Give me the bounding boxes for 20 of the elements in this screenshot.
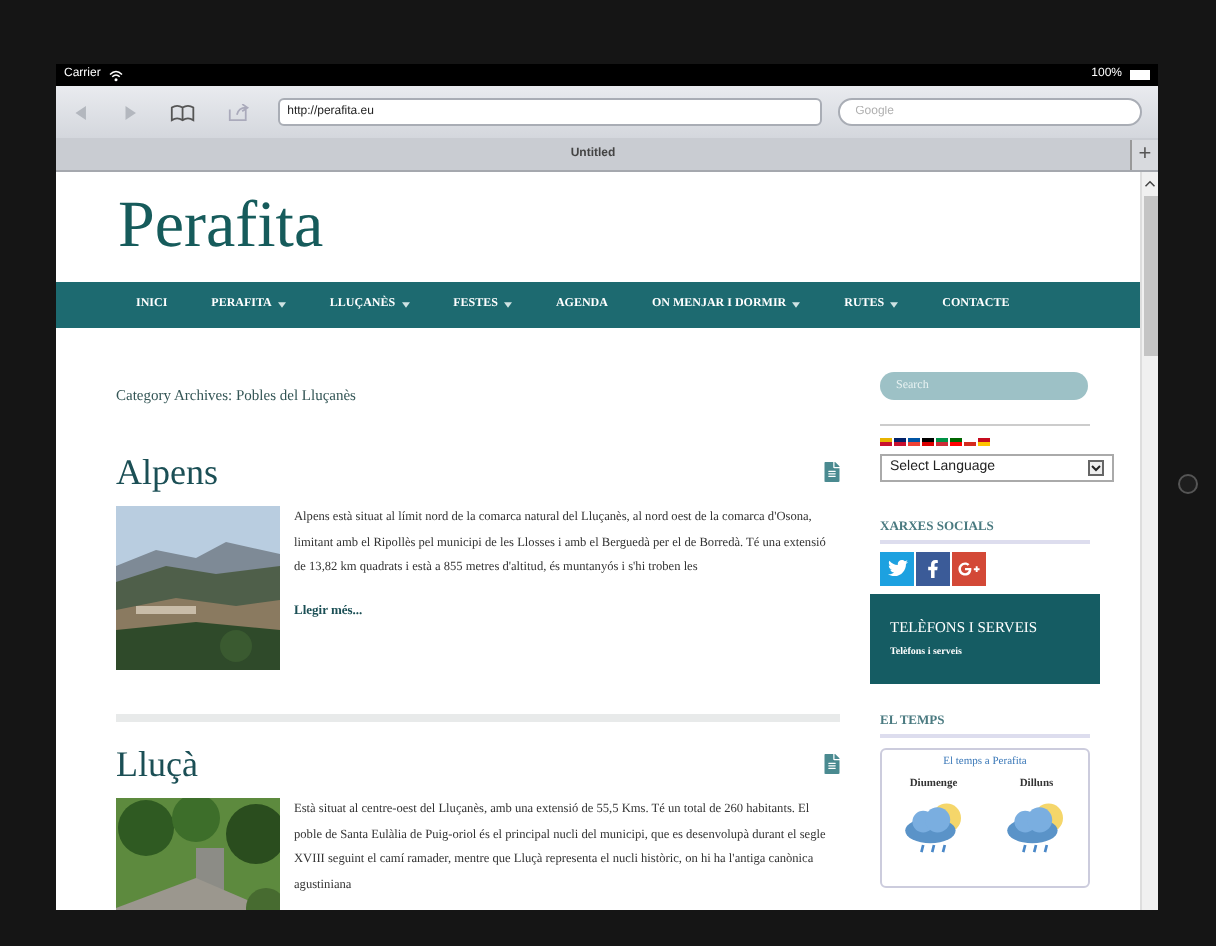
home-button[interactable] xyxy=(1177,473,1197,493)
post-title[interactable]: Alpens xyxy=(116,450,218,495)
back-icon[interactable] xyxy=(72,103,90,121)
share-icon[interactable] xyxy=(227,103,250,121)
document-icon xyxy=(824,754,840,775)
site-title[interactable]: Perafita xyxy=(118,194,324,260)
dropdown-icon xyxy=(1088,460,1104,476)
forward-icon[interactable] xyxy=(121,103,139,121)
twitter-icon[interactable] xyxy=(880,551,914,586)
google-plus-icon[interactable] xyxy=(952,551,986,586)
book-icon[interactable] xyxy=(170,103,196,121)
scroll-thumb[interactable] xyxy=(1143,196,1157,356)
scroll-up-icon[interactable] xyxy=(1144,180,1156,188)
document-icon xyxy=(824,462,840,483)
new-tab-button[interactable]: + xyxy=(1130,139,1158,169)
facebook-icon[interactable] xyxy=(916,551,950,586)
wifi-icon xyxy=(108,69,125,81)
post-title[interactable]: Lluçà xyxy=(116,742,198,787)
scrollbar[interactable] xyxy=(1140,172,1158,910)
battery-icon xyxy=(1130,70,1150,80)
